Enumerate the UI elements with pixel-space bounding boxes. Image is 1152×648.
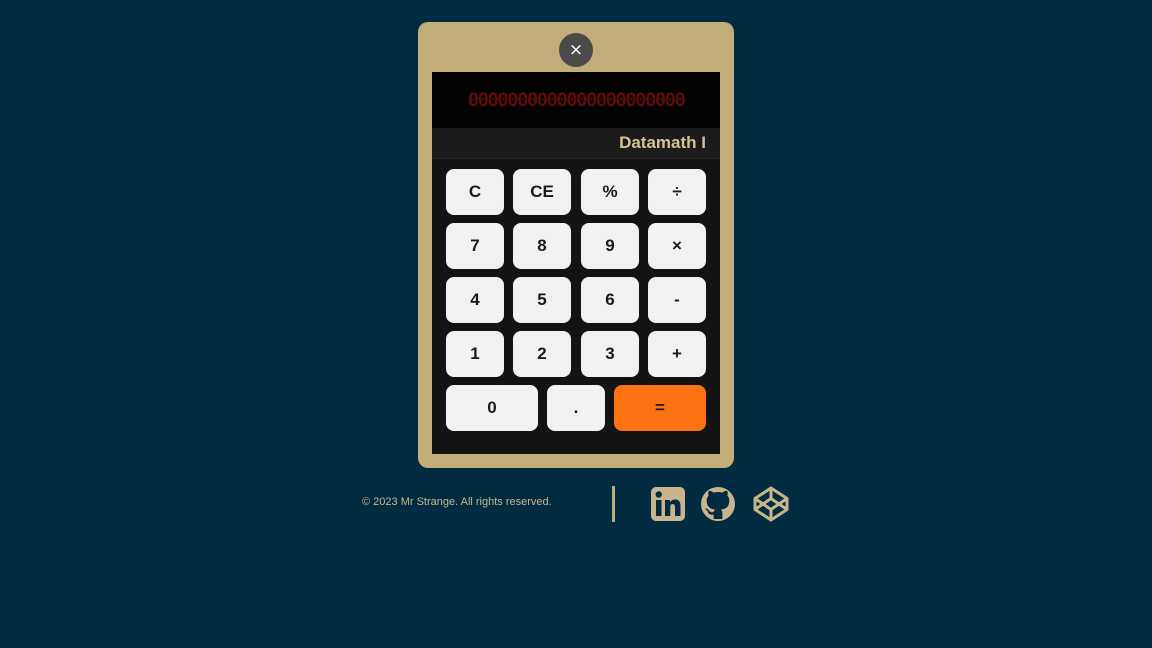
github-icon[interactable] bbox=[700, 486, 736, 522]
key-8[interactable]: 8 bbox=[513, 223, 571, 269]
close-button[interactable]: × bbox=[559, 33, 593, 67]
key-add[interactable]: + bbox=[648, 331, 706, 377]
key-6[interactable]: 6 bbox=[581, 277, 639, 323]
close-icon: × bbox=[568, 40, 584, 60]
display-value: 0000000000000000000000 bbox=[467, 89, 686, 111]
key-1[interactable]: 1 bbox=[446, 331, 504, 377]
calculator-body: 0000000000000000000000 Datamath I C CE %… bbox=[432, 72, 720, 454]
display: 0000000000000000000000 bbox=[432, 72, 720, 128]
key-2[interactable]: 2 bbox=[513, 331, 571, 377]
key-4[interactable]: 4 bbox=[446, 277, 504, 323]
key-0[interactable]: 0 bbox=[446, 385, 538, 431]
key-multiply[interactable]: × bbox=[648, 223, 706, 269]
key-decimal[interactable]: . bbox=[547, 385, 605, 431]
key-percent[interactable]: % bbox=[581, 169, 639, 215]
key-3[interactable]: 3 bbox=[581, 331, 639, 377]
brand-bar: Datamath I bbox=[432, 128, 720, 159]
key-equals[interactable]: = bbox=[614, 385, 706, 431]
brand-label: Datamath I bbox=[619, 133, 706, 152]
linkedin-icon[interactable] bbox=[650, 486, 686, 522]
footer-divider bbox=[612, 486, 615, 522]
key-7[interactable]: 7 bbox=[446, 223, 504, 269]
key-divide[interactable]: ÷ bbox=[648, 169, 706, 215]
calculator: × 0000000000000000000000 Datamath I C CE… bbox=[418, 22, 734, 468]
key-clear-entry[interactable]: CE bbox=[513, 169, 571, 215]
codepen-icon[interactable] bbox=[753, 486, 789, 522]
key-subtract[interactable]: - bbox=[648, 277, 706, 323]
key-clear[interactable]: C bbox=[446, 169, 504, 215]
key-9[interactable]: 9 bbox=[581, 223, 639, 269]
copyright-text: © 2023 Mr Strange. All rights reserved. bbox=[362, 496, 552, 508]
key-5[interactable]: 5 bbox=[513, 277, 571, 323]
